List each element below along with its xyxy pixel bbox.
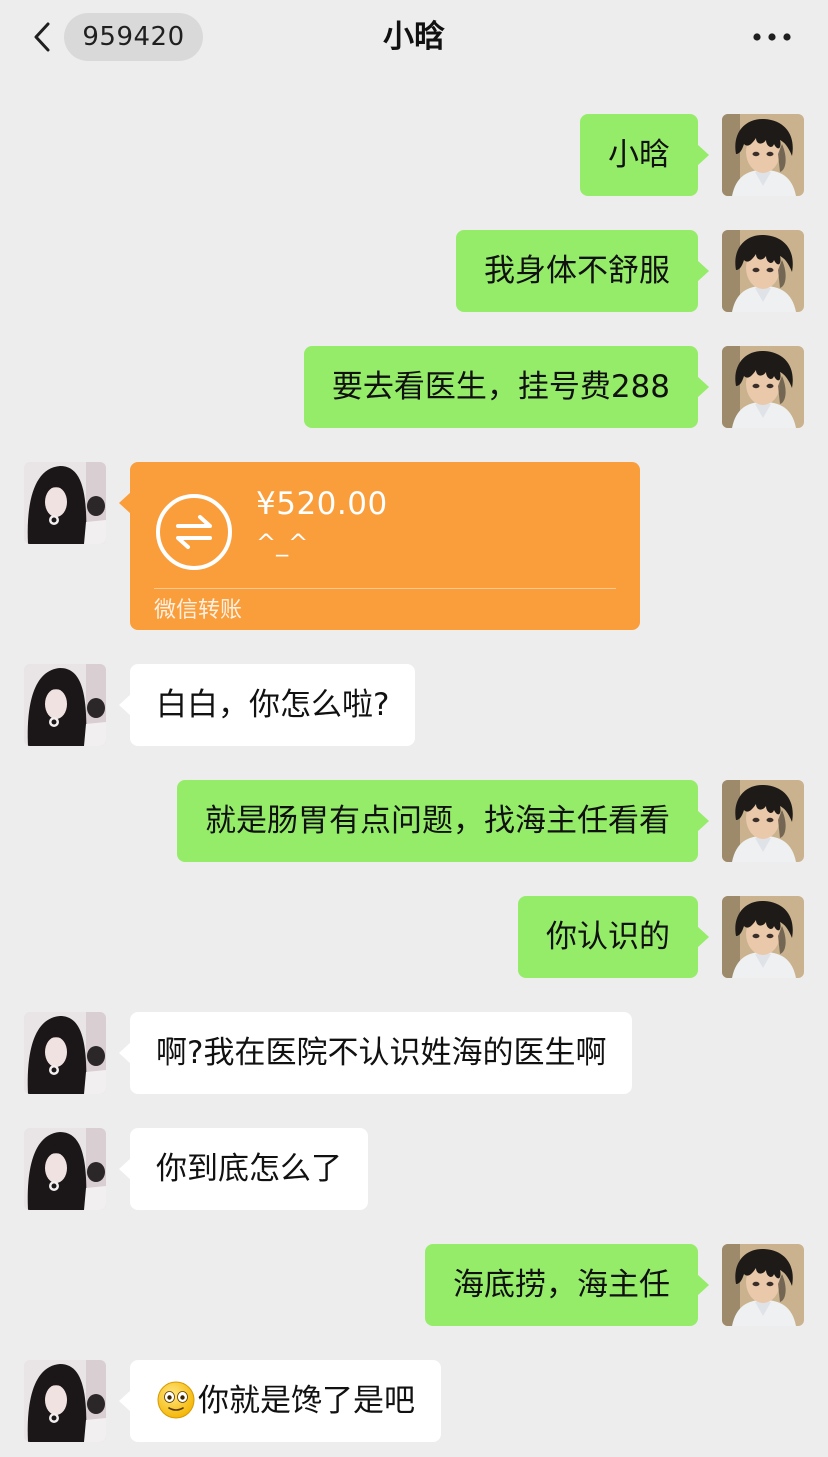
received-message-bubble[interactable]: 啊?我在医院不认识姓海的医生啊 — [118, 1012, 633, 1094]
avatar-self[interactable] — [722, 1244, 804, 1326]
message-text: 你到底怎么了 — [156, 1151, 342, 1187]
unread-count-badge[interactable]: 959420 — [64, 13, 203, 61]
transfer-note: ^_^ — [256, 529, 309, 557]
sent-message-bubble[interactable]: 海底捞，海主任 — [425, 1244, 709, 1326]
avatar-self[interactable] — [722, 780, 804, 862]
avatar-contact[interactable] — [24, 1360, 106, 1442]
avatar-self[interactable] — [722, 230, 804, 312]
received-message-bubble[interactable]: 你到底怎么了 — [119, 1128, 368, 1210]
avatar-self[interactable] — [722, 346, 804, 428]
sent-message-bubble[interactable]: 小晗 — [580, 114, 709, 196]
transfer-card[interactable]: ¥520.00 ^_^ 微信转账 — [119, 462, 640, 630]
transfer-label: 微信转账 — [154, 598, 243, 623]
sent-message-bubble[interactable]: 你认识的 — [518, 896, 709, 978]
chat-title: 小晗 — [383, 19, 445, 55]
message-text: 啊?我在医院不认识姓海的医生啊 — [156, 1035, 607, 1071]
transfer-divider — [154, 588, 616, 589]
received-message-bubble[interactable]: 白白，你怎么啦? — [118, 664, 416, 746]
message-text: 海底捞，海主任 — [453, 1267, 670, 1303]
received-message-bubble[interactable]: 你就是馋了是吧 — [119, 1360, 441, 1442]
message-text: 白白，你怎么啦? — [156, 687, 390, 723]
message-text: 我身体不舒服 — [484, 253, 670, 289]
chat-header: 959420 小晗 — [0, 0, 828, 76]
message-text: 你认识的 — [546, 919, 670, 955]
message-text: 你就是馋了是吧 — [198, 1383, 415, 1419]
back-chevron-icon[interactable] — [28, 20, 58, 54]
sent-message-bubble[interactable]: 要去看医生，挂号费288 — [303, 346, 710, 428]
sent-message-bubble[interactable]: 就是肠胃有点问题，找海主任看看 — [177, 780, 709, 862]
avatar-self[interactable] — [722, 114, 804, 196]
avatar-contact[interactable] — [24, 1128, 106, 1210]
avatar-contact[interactable] — [24, 1012, 106, 1094]
avatar-self[interactable] — [722, 896, 804, 978]
smiley-emoji — [157, 1381, 195, 1418]
more-dots-icon[interactable] — [750, 24, 794, 50]
avatar-contact[interactable] — [24, 462, 106, 544]
message-text: 就是肠胃有点问题，找海主任看看 — [205, 803, 670, 839]
transfer-arrows-icon — [156, 494, 232, 570]
sent-message-bubble[interactable]: 我身体不舒服 — [456, 230, 709, 312]
avatar-contact[interactable] — [24, 664, 106, 746]
transfer-amount: ¥520.00 — [256, 486, 388, 522]
message-text: 要去看医生，挂号费288 — [331, 369, 670, 405]
message-text: 小晗 — [608, 137, 670, 173]
